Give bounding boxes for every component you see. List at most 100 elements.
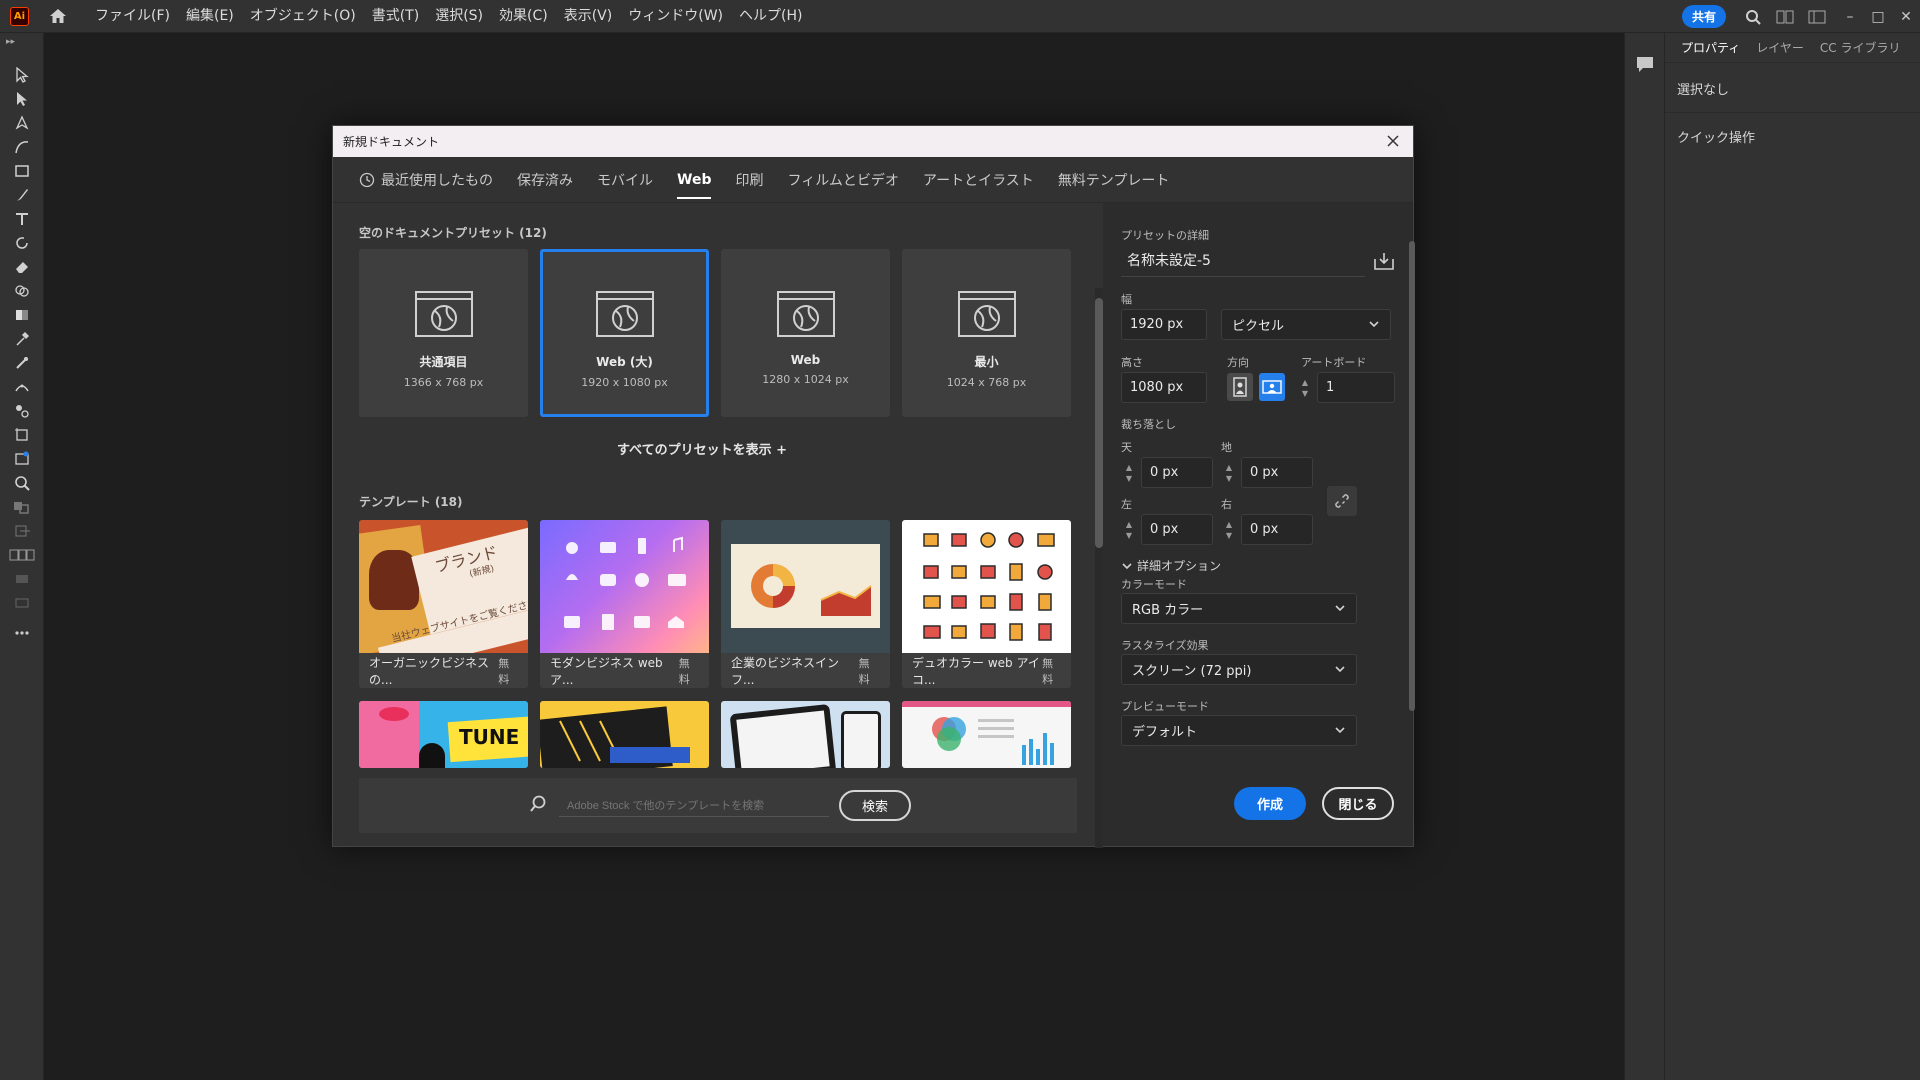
- arrange-documents-icon[interactable]: [1772, 0, 1798, 33]
- fill-stroke-icon[interactable]: [0, 495, 44, 519]
- screen-mode-icon[interactable]: [0, 543, 44, 567]
- portrait-orientation-button[interactable]: [1227, 373, 1253, 401]
- tab-free-templates[interactable]: 無料テンプレート: [1058, 157, 1170, 203]
- bleed-left-stepper[interactable]: ▲ ▼: [1121, 514, 1137, 545]
- template-search-input[interactable]: [559, 795, 829, 817]
- tab-properties[interactable]: プロパティ: [1673, 33, 1748, 62]
- tab-print[interactable]: 印刷: [735, 157, 763, 203]
- presets-label: 空のドキュメントプリセット (12): [359, 226, 547, 240]
- workspace-switcher-icon[interactable]: [1804, 0, 1830, 33]
- shape-builder-tool-icon[interactable]: [0, 279, 44, 303]
- thumb-tune-text: TUNE: [459, 725, 520, 749]
- tab-film-video[interactable]: フィルムとビデオ: [787, 157, 898, 203]
- eyedropper-tool-icon[interactable]: [0, 327, 44, 351]
- details-scrollbar[interactable]: [1409, 211, 1417, 731]
- bleed-bottom-field[interactable]: 0 px: [1241, 457, 1313, 488]
- hand-tool-icon[interactable]: [0, 447, 44, 471]
- menu-select[interactable]: 選択(S): [427, 0, 491, 33]
- tab-saved[interactable]: 保存済み: [517, 157, 573, 203]
- preset-card[interactable]: 共通項目 1366 x 768 px: [359, 249, 528, 417]
- selection-tool-icon[interactable]: [0, 63, 44, 87]
- template-card[interactable]: ブランド (新規) 当社ウェブサイトをご覧ください オーガニックビジネスの...…: [359, 520, 528, 688]
- minimize-button[interactable]: –: [1836, 0, 1864, 33]
- color-mode-select[interactable]: RGB カラー: [1121, 593, 1357, 624]
- menu-help[interactable]: ヘルプ(H): [731, 0, 810, 33]
- edit-toolbar-icon[interactable]: [0, 591, 44, 615]
- blend-tool-icon[interactable]: [0, 351, 44, 375]
- tab-mobile[interactable]: モバイル: [597, 157, 653, 203]
- color-mode-label: カラーモード: [1121, 578, 1187, 591]
- link-bleed-button[interactable]: [1327, 486, 1357, 516]
- puppet-warp-tool-icon[interactable]: [0, 375, 44, 399]
- artboard-tool-icon[interactable]: [0, 423, 44, 447]
- templates-label: テンプレート (18): [359, 495, 463, 509]
- close-button[interactable]: 閉じる: [1322, 787, 1394, 820]
- template-card[interactable]: モダンビジネス web ア... 無料: [540, 520, 709, 688]
- bleed-left-field[interactable]: 0 px: [1141, 514, 1213, 545]
- menu-window[interactable]: ウィンドウ(W): [620, 0, 731, 33]
- document-name-field[interactable]: 名称未設定-5: [1121, 245, 1365, 277]
- bleed-right-field[interactable]: 0 px: [1241, 514, 1313, 545]
- symbol-sprayer-tool-icon[interactable]: [0, 399, 44, 423]
- tab-recent[interactable]: 最近使用したもの: [359, 157, 493, 203]
- draw-mode-icon[interactable]: [0, 519, 44, 543]
- menu-effect[interactable]: 効果(C): [491, 0, 556, 33]
- home-icon[interactable]: [47, 5, 69, 27]
- template-card[interactable]: デュオカラー web アイコ... 無料: [902, 520, 1071, 688]
- menu-object[interactable]: オブジェクト(O): [242, 0, 364, 33]
- preview-mode-select[interactable]: デフォルト: [1121, 715, 1357, 746]
- share-button[interactable]: 共有: [1681, 5, 1726, 28]
- collapse-panel-icon[interactable]: ▸▸: [0, 33, 43, 63]
- search-button[interactable]: 検索: [839, 790, 911, 821]
- menu-type[interactable]: 書式(T): [364, 0, 427, 33]
- comments-icon[interactable]: [1635, 55, 1664, 77]
- search-icon[interactable]: [1740, 0, 1766, 33]
- tab-art-illustration[interactable]: アートとイラスト: [923, 157, 1034, 203]
- presets-scrollbar[interactable]: [1095, 288, 1103, 848]
- eraser-tool-icon[interactable]: [0, 255, 44, 279]
- curvature-tool-icon[interactable]: [0, 135, 44, 159]
- tab-cc-libraries[interactable]: CC ライブラリ: [1812, 33, 1909, 62]
- tab-layers[interactable]: レイヤー: [1748, 33, 1812, 62]
- close-window-button[interactable]: ✕: [1892, 0, 1920, 33]
- raster-effects-select[interactable]: スクリーン (72 ppi): [1121, 654, 1357, 685]
- save-preset-icon[interactable]: [1373, 251, 1395, 275]
- create-button[interactable]: 作成: [1234, 787, 1306, 820]
- unit-select[interactable]: ピクセル: [1221, 309, 1391, 340]
- width-field[interactable]: 1920 px: [1121, 309, 1207, 340]
- direct-selection-tool-icon[interactable]: [0, 87, 44, 111]
- bleed-top-stepper[interactable]: ▲ ▼: [1121, 457, 1137, 488]
- template-card[interactable]: [721, 701, 890, 768]
- artboard-stepper[interactable]: ▲ ▼: [1297, 372, 1313, 403]
- type-tool-icon[interactable]: [0, 207, 44, 231]
- rectangle-tool-icon[interactable]: [0, 159, 44, 183]
- preset-card[interactable]: Web 1280 x 1024 px: [721, 249, 890, 417]
- template-card[interactable]: [902, 701, 1071, 768]
- bleed-bottom-stepper[interactable]: ▲ ▼: [1221, 457, 1237, 488]
- pen-tool-icon[interactable]: [0, 111, 44, 135]
- gradient-swatch-icon[interactable]: [0, 567, 44, 591]
- height-field[interactable]: 1080 px: [1121, 372, 1207, 403]
- bleed-top-field[interactable]: 0 px: [1141, 457, 1213, 488]
- menu-edit[interactable]: 編集(E): [178, 0, 242, 33]
- paintbrush-tool-icon[interactable]: [0, 183, 44, 207]
- bleed-right-stepper[interactable]: ▲ ▼: [1221, 514, 1237, 545]
- show-all-presets-link[interactable]: すべてのプリセットを表示 +: [333, 439, 1071, 458]
- preset-card-selected[interactable]: Web (大) 1920 x 1080 px: [540, 249, 709, 417]
- zoom-tool-icon[interactable]: [0, 471, 44, 495]
- menu-view[interactable]: 表示(V): [556, 0, 621, 33]
- preset-card[interactable]: 最小 1024 x 768 px: [902, 249, 1071, 417]
- template-card[interactable]: 企業のビジネスインフ... 無料: [721, 520, 890, 688]
- landscape-orientation-button[interactable]: [1259, 373, 1285, 401]
- template-card[interactable]: TUNE: [359, 701, 528, 768]
- artboard-count-field[interactable]: 1: [1317, 372, 1395, 403]
- more-tools-icon[interactable]: [0, 621, 44, 645]
- template-card[interactable]: [540, 701, 709, 768]
- rotate-tool-icon[interactable]: [0, 231, 44, 255]
- close-icon[interactable]: [1383, 131, 1403, 151]
- menu-file[interactable]: ファイル(F): [87, 0, 178, 33]
- maximize-button[interactable]: □: [1864, 0, 1892, 33]
- advanced-options-toggle[interactable]: 詳細オプション: [1121, 557, 1221, 574]
- tab-web[interactable]: Web: [677, 157, 712, 203]
- gradient-tool-icon[interactable]: [0, 303, 44, 327]
